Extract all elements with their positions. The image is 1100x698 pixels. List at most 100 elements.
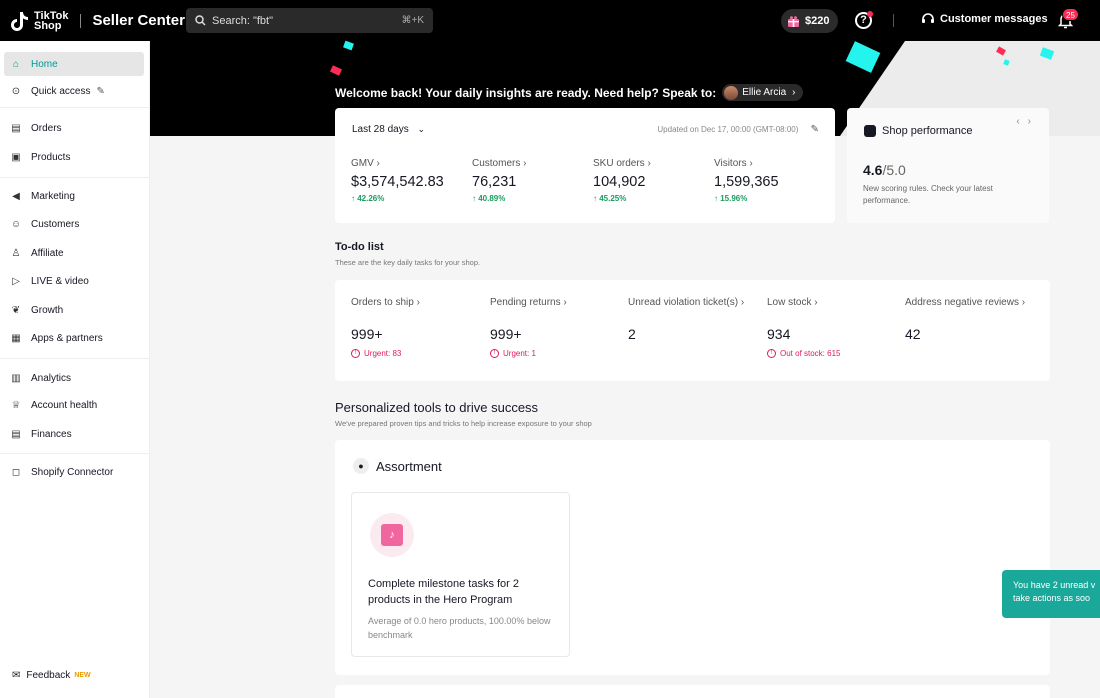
shopify-icon: ◻ xyxy=(11,466,21,478)
score-max: /5.0 xyxy=(882,162,906,178)
todo-card: Orders to ship › 999+ ! Urgent: 83 Pendin… xyxy=(335,280,1050,381)
todo-value: 999+ xyxy=(351,326,383,342)
edit-icon[interactable]: ✎ xyxy=(811,124,819,135)
notification-badge: 25 xyxy=(1062,8,1079,21)
metric-value: $3,574,542.83 xyxy=(351,174,444,190)
sidebar-item-label: Customers xyxy=(31,218,80,230)
notification-toast[interactable]: You have 2 unread v take actions as soo xyxy=(1002,570,1100,618)
affiliate-icon: ♙ xyxy=(11,247,21,259)
period-selector[interactable]: Last 28 days ⌄ xyxy=(352,124,425,135)
metric-visitors[interactable]: Visitors › 1,599,365 ↑ 15.96% xyxy=(714,158,779,203)
sidebar-item-home[interactable]: ⌂ Home xyxy=(4,52,144,76)
sidebar-item-growth[interactable]: ❦ Growth xyxy=(4,298,144,322)
home-icon: ⌂ xyxy=(12,58,20,70)
metric-change: 45.25% xyxy=(599,194,627,203)
todo-note: Urgent: 1 xyxy=(503,349,536,358)
sidebar: ⌂ Home ⊙ Quick access ✎ ▤ Orders ▣ Produ… xyxy=(0,41,150,698)
chevron-left-icon[interactable]: ‹ xyxy=(1016,116,1027,127)
todo-orders-to-ship[interactable]: Orders to ship › 999+ ! Urgent: 83 xyxy=(351,297,420,358)
search-shortcut: ⌘+K xyxy=(401,15,424,26)
chevron-right-icon: › xyxy=(792,87,796,98)
chevron-down-icon: ⌄ xyxy=(417,124,426,134)
brand-top: TikTok xyxy=(34,9,69,22)
help-notification-dot xyxy=(867,11,873,17)
video-icon: ▷ xyxy=(12,275,20,287)
customer-messages-button[interactable]: Customer messages xyxy=(921,12,1048,26)
feedback-icon: ✉ xyxy=(12,670,21,681)
todo-value: 999+ xyxy=(490,326,522,342)
todo-title: To-do list xyxy=(335,241,384,253)
chevron-right-icon[interactable]: › xyxy=(1028,116,1039,127)
sidebar-item-label: Orders xyxy=(31,122,62,134)
sidebar-item-label: Quick access xyxy=(31,85,91,97)
brand-bottom: Shop xyxy=(34,19,62,32)
sidebar-item-analytics[interactable]: ▥ Analytics xyxy=(4,366,144,390)
avatar xyxy=(724,85,739,100)
sidebar-item-label: Analytics xyxy=(31,372,72,384)
todo-violation-tickets[interactable]: Unread violation ticket(s) › 2 xyxy=(628,297,744,342)
metric-value: 76,231 xyxy=(472,174,517,190)
sidebar-item-apps-partners[interactable]: ▦ Apps & partners xyxy=(4,326,144,350)
topbar-divider xyxy=(893,14,894,27)
todo-pending-returns[interactable]: Pending returns › 999+ ! Urgent: 1 xyxy=(490,297,567,358)
customer-messages-label: Customer messages xyxy=(940,13,1048,25)
metric-customers[interactable]: Customers › 76,231 ↑ 40.89% xyxy=(472,158,526,203)
todo-subtitle: These are the key daily tasks for your s… xyxy=(335,258,481,267)
welcome-message: Welcome back! Your daily insights are re… xyxy=(335,84,804,101)
assortment-card: ● Assortment ♪ Complete milestone tasks … xyxy=(335,440,1050,675)
reward-button[interactable]: $220 xyxy=(781,9,838,33)
metric-label: GMV xyxy=(351,158,374,169)
quick-access-icon: ⊙ xyxy=(11,85,21,97)
metric-change: 42.26% xyxy=(357,194,385,203)
todo-low-stock[interactable]: Low stock › 934 ! Out of stock: 615 xyxy=(767,297,840,358)
metric-change: 15.96% xyxy=(720,194,748,203)
alert-icon: ! xyxy=(767,349,776,358)
sidebar-item-finances[interactable]: ▤ Finances xyxy=(4,422,144,446)
finances-icon: ▤ xyxy=(11,428,21,440)
updated-text: Updated on Dec 17, 00:00 (GMT-08:00) xyxy=(657,125,799,134)
sidebar-item-marketing[interactable]: ◀ Marketing xyxy=(4,184,144,208)
period-label: Last 28 days xyxy=(352,124,409,135)
search-input[interactable]: Search: "fbt" ⌘+K xyxy=(186,8,433,33)
edit-icon[interactable]: ✎ xyxy=(96,86,104,97)
sidebar-item-label: Account health xyxy=(31,399,98,411)
orders-icon: ▤ xyxy=(11,122,21,134)
metric-change: 40.89% xyxy=(478,194,506,203)
task-description: Average of 0.0 hero products, 100.00% be… xyxy=(368,616,551,640)
sidebar-item-quick-access[interactable]: ⊙ Quick access ✎ xyxy=(4,79,144,103)
task-title: Complete milestone tasks for 2 products … xyxy=(368,578,520,606)
metric-gmv[interactable]: GMV › $3,574,542.83 ↑ 42.26% xyxy=(351,158,444,203)
next-section-card xyxy=(335,685,1050,698)
sidebar-item-label: Apps & partners xyxy=(31,332,103,344)
todo-negative-reviews[interactable]: Address negative reviews › 42 xyxy=(905,297,1025,342)
sidebar-item-orders[interactable]: ▤ Orders xyxy=(4,116,144,140)
metric-sku-orders[interactable]: SKU orders › 104,902 ↑ 45.25% xyxy=(593,158,651,203)
sidebar-item-label: Home xyxy=(31,58,58,70)
sidebar-item-products[interactable]: ▣ Products xyxy=(4,145,144,169)
shop-performance-title: Shop performance xyxy=(882,125,973,137)
customers-icon: ☺ xyxy=(10,218,22,230)
todo-note: Urgent: 83 xyxy=(364,349,402,358)
score-value: 4.6 xyxy=(863,162,883,178)
gift-icon xyxy=(788,15,799,27)
tools-title: Personalized tools to drive success xyxy=(335,400,539,415)
toast-line: You have 2 unread v xyxy=(1013,580,1096,590)
products-icon: ▣ xyxy=(11,151,21,163)
alert-icon: ! xyxy=(490,349,499,358)
sidebar-item-account-health[interactable]: ♕ Account health xyxy=(4,393,144,417)
feedback-button[interactable]: ✉ Feedback NEW xyxy=(12,670,91,681)
sidebar-item-live-video[interactable]: ▷ LIVE & video xyxy=(4,269,144,293)
tiktok-shop-logo[interactable]: TikTok Shop xyxy=(10,10,68,32)
account-manager-chip[interactable]: Ellie Arcia › xyxy=(722,84,804,101)
sidebar-item-affiliate[interactable]: ♙ Affiliate xyxy=(4,241,144,265)
sidebar-item-label: Growth xyxy=(31,304,64,316)
alert-icon: ! xyxy=(351,349,360,358)
sidebar-item-shopify-connector[interactable]: ◻ Shopify Connector xyxy=(4,460,144,484)
assortment-title: Assortment xyxy=(376,458,442,474)
hero-program-task-card[interactable]: ♪ Complete milestone tasks for 2 product… xyxy=(351,492,570,657)
todo-value: 42 xyxy=(905,326,921,342)
feedback-label: Feedback xyxy=(26,670,71,681)
sidebar-item-customers[interactable]: ☺ Customers xyxy=(4,212,144,236)
shop-performance-card[interactable]: Shop performance ‹› 4.6/5.0 New scoring … xyxy=(847,108,1049,223)
welcome-text: Welcome back! Your daily insights are re… xyxy=(335,85,717,100)
